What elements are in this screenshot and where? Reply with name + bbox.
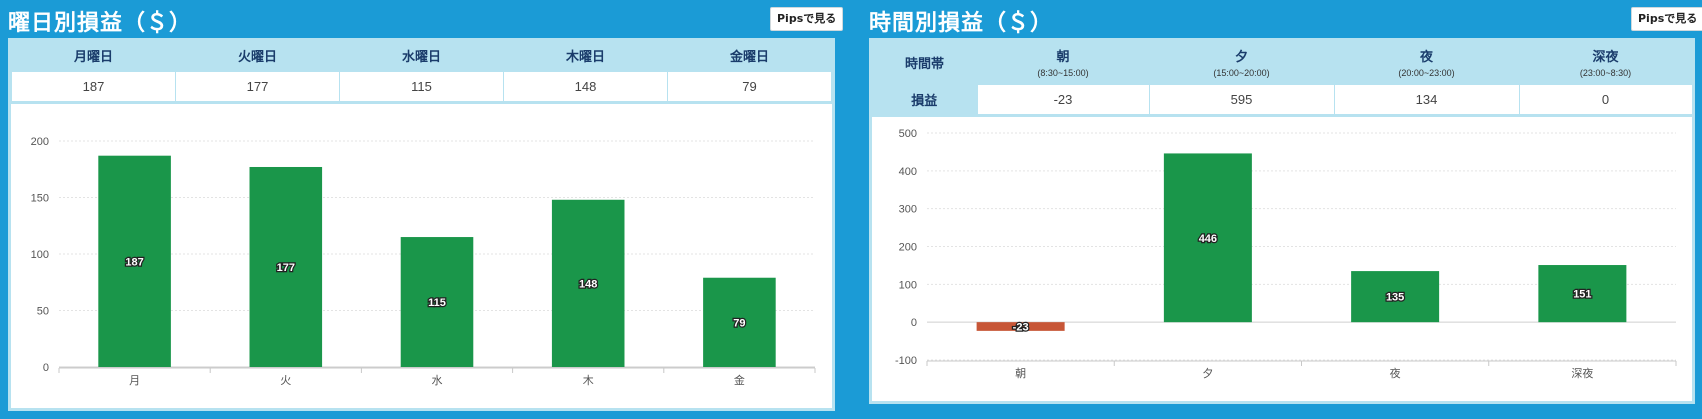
timeslot-pnl-panel: 時間別損益（＄） Pipsで見る 時間帯 朝 (8:30~15:00) 夕 (15:… [861,0,1702,419]
weekday-pnl-chart: 0 50 100 150 200 187 月 177 火 115 水 148 木 79 金 [31,136,816,387]
bar-value-label: 177 [277,262,295,274]
y-tick-label: 500 [899,128,917,140]
bar-value-label: 446 [1199,233,1217,245]
y-tick-label: 100 [31,249,49,261]
x-tick-label: 木 [583,374,594,387]
x-tick-label: 金 [734,373,745,387]
y-tick-label: 200 [31,136,49,148]
bar-value-label: 148 [579,278,597,290]
y-tick-label: 0 [43,362,49,374]
y-tick-label: 100 [899,279,917,291]
bar-value-label: 79 [733,317,745,329]
timeslot-pnl-chart: -100 0 100 200 300 400 500 -23 朝 446 夕 135 夜 151 深夜 [895,128,1677,380]
x-tick-label: 夕 [1202,367,1213,380]
x-tick-label: 深夜 [1571,366,1593,380]
y-tick-label: 400 [899,166,917,178]
bar-value-label: 151 [1573,289,1591,301]
bar-value-label: 135 [1386,292,1404,304]
bar-value-label: -23 [1013,322,1029,334]
x-tick-label: 火 [280,375,291,387]
x-tick-label: 朝 [1015,367,1026,380]
y-tick-label: 200 [899,242,917,254]
x-tick-label: 水 [432,374,443,387]
bar-value-label: 115 [428,297,446,309]
weekday-pnl-panel: 曜日別損益（＄） Pipsで見る 月曜日 火曜日 水曜日 木曜日 金曜日 187… [0,0,844,419]
y-tick-label: 300 [899,204,917,216]
x-tick-label: 月 [129,375,140,387]
bar-value-label: 187 [125,256,143,268]
y-tick-label: 0 [911,317,917,329]
y-tick-label: -100 [895,355,917,367]
y-tick-label: 150 [31,193,49,205]
y-tick-label: 50 [37,306,49,318]
x-tick-label: 夜 [1390,366,1401,380]
